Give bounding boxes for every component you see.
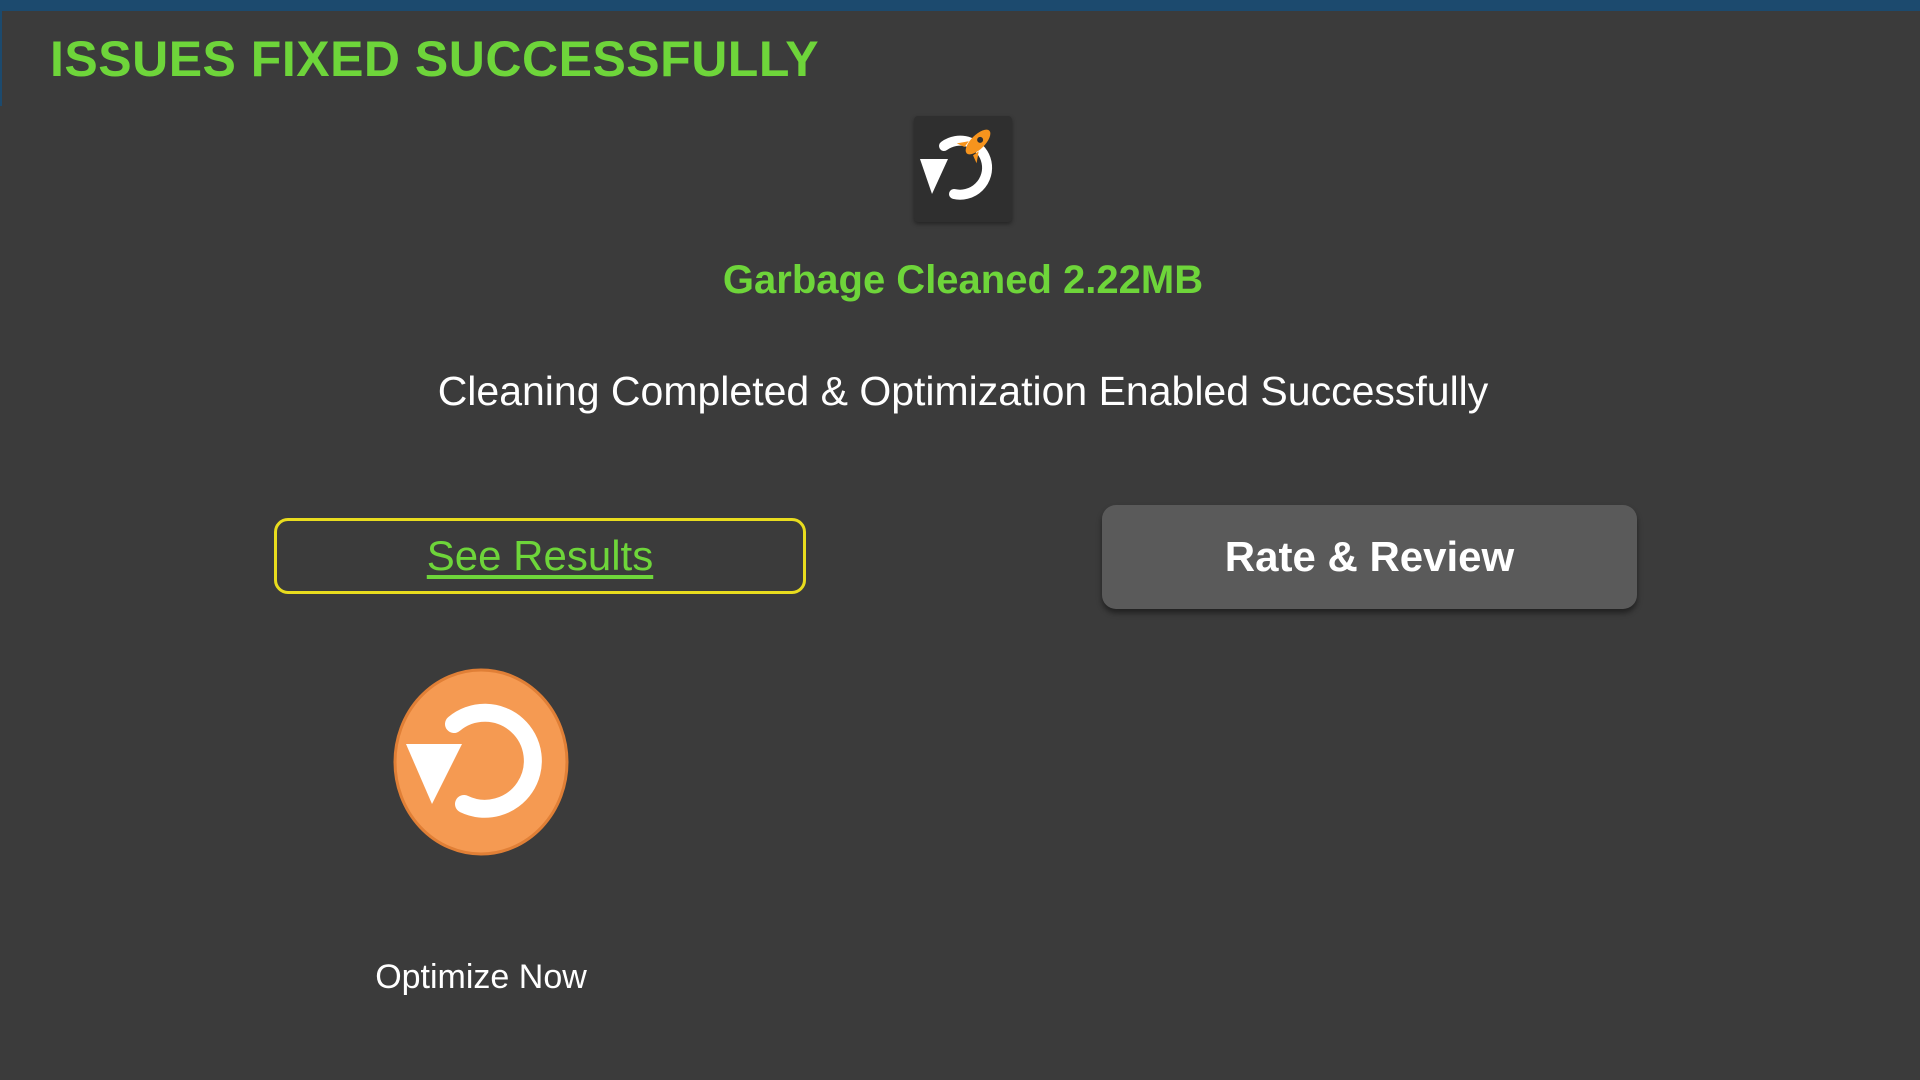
results-screen: ISSUES FIXED SUCCESSFULLY Garbage Cleane… bbox=[0, 0, 1920, 1080]
rate-review-button[interactable]: Rate & Review bbox=[1102, 505, 1637, 609]
see-results-button[interactable]: See Results bbox=[274, 518, 806, 594]
see-results-label: See Results bbox=[426, 532, 654, 579]
status-message: Cleaning Completed & Optimization Enable… bbox=[437, 368, 1489, 414]
edge-accent bbox=[0, 11, 2, 106]
garbage-cleaned-text: Garbage Cleaned 2.22MB bbox=[722, 258, 1204, 302]
optimize-now-label[interactable]: Optimize Now bbox=[281, 958, 681, 997]
status-bar bbox=[0, 0, 1920, 11]
refresh-rocket-icon bbox=[914, 116, 1012, 222]
optimize-refresh-icon[interactable] bbox=[392, 666, 570, 856]
rate-review-label: Rate & Review bbox=[1224, 533, 1515, 580]
page-title: ISSUES FIXED SUCCESSFULLY bbox=[50, 31, 820, 87]
